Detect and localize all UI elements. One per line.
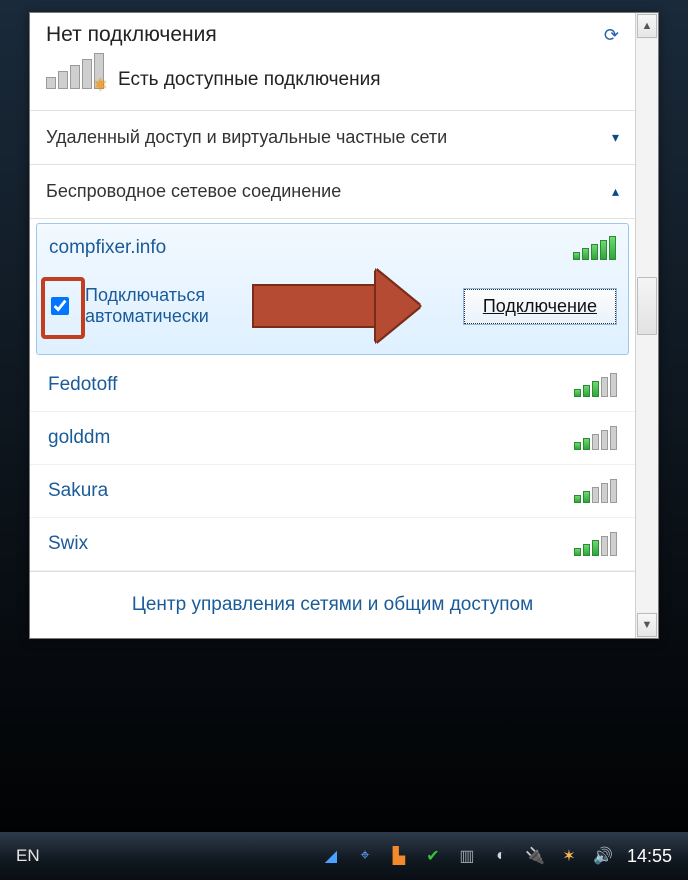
signal-icon: [574, 532, 617, 556]
chevron-up-icon: ▴: [612, 183, 619, 200]
network-item[interactable]: Fedotoff: [30, 359, 635, 412]
connection-status-title: Нет подключения: [46, 23, 217, 47]
auto-connect-label-1: Подключаться: [85, 285, 205, 305]
signal-icon: [574, 426, 617, 450]
signal-icon: [574, 373, 617, 397]
signal-icon: [574, 479, 617, 503]
volume-icon[interactable]: 🔊: [593, 846, 613, 866]
network-name: golddm: [48, 427, 110, 449]
device-icon[interactable]: ▥: [457, 846, 477, 866]
network-center-link[interactable]: Центр управления сетями и общим доступом: [132, 594, 533, 615]
vpn-section-header[interactable]: Удаленный доступ и виртуальные частные с…: [30, 111, 635, 165]
globe-icon[interactable]: ◐: [491, 846, 511, 866]
drive-icon[interactable]: ◢: [321, 846, 341, 866]
scroll-down-button[interactable]: ▼: [637, 613, 657, 637]
taskbar: EN ◢ ⌖ ▙ ✔ ▥ ◐ 🔌 ✶ 🔊 14:55: [0, 831, 688, 880]
network-item[interactable]: golddm: [30, 412, 635, 465]
network-name: compfixer.info: [49, 237, 166, 259]
wifi-section-header[interactable]: Беспроводное сетевое соединение ▴: [30, 165, 635, 219]
flyout-header: Нет подключения ⟳ ✶ Есть доступные подкл…: [30, 13, 635, 111]
bluetooth-icon[interactable]: ⌖: [355, 846, 375, 866]
connect-button[interactable]: Подключение: [464, 289, 616, 324]
signal-icon: [573, 236, 616, 260]
vpn-section-label: Удаленный доступ и виртуальные частные с…: [46, 127, 447, 148]
network-list: compfixer.info Подключаться автоматическ…: [30, 219, 635, 571]
annotation-arrow-icon: [252, 270, 420, 342]
shield-icon[interactable]: ✔: [423, 846, 443, 866]
network-flyout: Нет подключения ⟳ ✶ Есть доступные подкл…: [29, 12, 659, 639]
network-item-selected[interactable]: compfixer.info Подключаться автоматическ…: [36, 223, 629, 355]
scroll-track[interactable]: [636, 39, 658, 612]
clock[interactable]: 14:55: [627, 846, 672, 867]
network-name: Swix: [48, 533, 88, 555]
power-icon[interactable]: 🔌: [525, 846, 545, 866]
app-icon[interactable]: ▙: [389, 846, 409, 866]
scrollbar[interactable]: ▲ ▼: [635, 13, 658, 638]
network-tray-icon[interactable]: ✶: [559, 846, 579, 866]
auto-connect-label-2: автоматически: [85, 306, 209, 326]
connect-automatically-checkbox[interactable]: Подключаться автоматически: [49, 285, 209, 327]
signal-available-icon: ✶: [46, 65, 104, 94]
refresh-icon[interactable]: ⟳: [604, 25, 619, 46]
network-item[interactable]: Sakura: [30, 465, 635, 518]
available-connections-label: Есть доступные подключения: [118, 69, 381, 91]
network-name: Sakura: [48, 480, 108, 502]
wifi-section-label: Беспроводное сетевое соединение: [46, 181, 341, 202]
network-item[interactable]: Swix: [30, 518, 635, 571]
network-name: Fedotoff: [48, 374, 117, 396]
auto-connect-input[interactable]: [51, 297, 69, 315]
scroll-up-button[interactable]: ▲: [637, 14, 657, 38]
chevron-down-icon: ▾: [612, 129, 619, 146]
flyout-footer: Центр управления сетями и общим доступом: [30, 571, 635, 638]
system-tray: ◢ ⌖ ▙ ✔ ▥ ◐ 🔌 ✶ 🔊 14:55: [321, 846, 672, 867]
language-indicator[interactable]: EN: [16, 846, 40, 866]
scroll-thumb[interactable]: [637, 277, 657, 335]
